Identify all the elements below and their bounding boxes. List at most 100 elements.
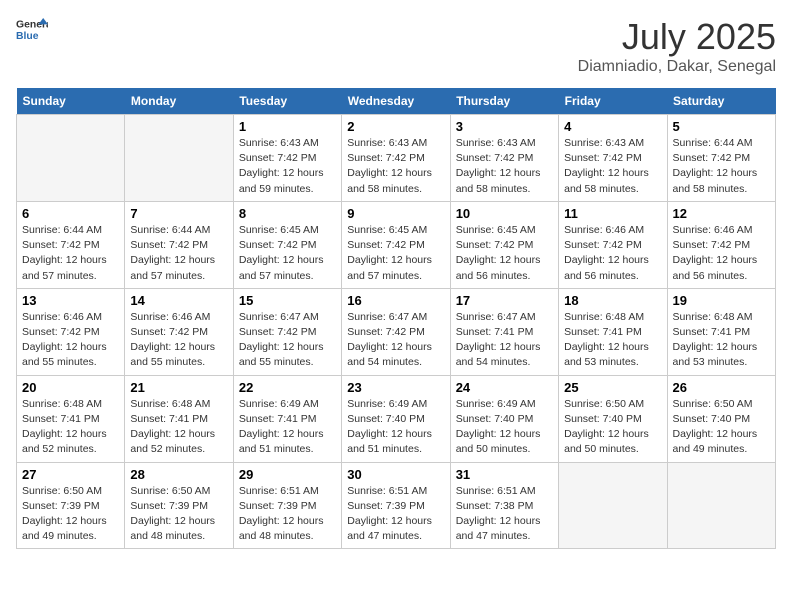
day-number: 23 — [347, 380, 444, 395]
header-sunday: Sunday — [17, 88, 125, 115]
day-number: 18 — [564, 293, 661, 308]
day-info: Sunrise: 6:46 AM Sunset: 7:42 PM Dayligh… — [130, 310, 227, 371]
calendar-cell: 26Sunrise: 6:50 AM Sunset: 7:40 PM Dayli… — [667, 375, 775, 462]
day-number: 25 — [564, 380, 661, 395]
calendar-cell: 12 Sunrise: 6:46 AM Sunset: 7:42 PM Dayli… — [667, 201, 775, 288]
day-info: Sunrise: 6:49 AM Sunset: 7:40 PM Dayligh… — [456, 397, 553, 458]
calendar-cell: 27 Sunrise: 6:50 AM Sunset: 7:39 PM Dayli… — [17, 462, 125, 549]
calendar-cell — [17, 115, 125, 202]
calendar-week-4: 27 Sunrise: 6:50 AM Sunset: 7:39 PM Dayli… — [17, 462, 776, 549]
calendar-cell — [559, 462, 667, 549]
day-info: Sunrise: 6:48 AM Sunset: 7:41 PM Dayligh… — [130, 397, 227, 458]
calendar-cell: 23Sunrise: 6:49 AM Sunset: 7:40 PM Dayli… — [342, 375, 450, 462]
day-number: 7 — [130, 206, 227, 221]
day-number: 2 — [347, 119, 444, 134]
calendar-cell: 24 Sunrise: 6:49 AM Sunset: 7:40 PM Dayli… — [450, 375, 558, 462]
calendar-cell: 15 Sunrise: 6:47 AM Sunset: 7:42 PM Dayli… — [233, 288, 341, 375]
calendar-cell: 5 Sunrise: 6:44 AM Sunset: 7:42 PM Daylig… — [667, 115, 775, 202]
day-number: 4 — [564, 119, 661, 134]
calendar-cell: 4 Sunrise: 6:43 AM Sunset: 7:42 PM Daylig… — [559, 115, 667, 202]
day-info: Sunrise: 6:47 AM Sunset: 7:42 PM Dayligh… — [239, 310, 336, 371]
header-monday: Monday — [125, 88, 233, 115]
day-number: 6 — [22, 206, 119, 221]
calendar-cell: 20Sunrise: 6:48 AM Sunset: 7:41 PM Dayli… — [17, 375, 125, 462]
day-info: Sunrise: 6:46 AM Sunset: 7:42 PM Dayligh… — [673, 223, 770, 284]
calendar-cell: 16 Sunrise: 6:47 AM Sunset: 7:42 PM Dayli… — [342, 288, 450, 375]
day-number: 20 — [22, 380, 119, 395]
header-saturday: Saturday — [667, 88, 775, 115]
day-number: 30 — [347, 467, 444, 482]
calendar-subtitle: Diamniadio, Dakar, Senegal — [578, 58, 776, 76]
calendar-cell: 17Sunrise: 6:47 AM Sunset: 7:41 PM Dayli… — [450, 288, 558, 375]
day-info: Sunrise: 6:50 AM Sunset: 7:39 PM Dayligh… — [130, 484, 227, 545]
day-info: Sunrise: 6:50 AM Sunset: 7:40 PM Dayligh… — [564, 397, 661, 458]
calendar-title: July 2025 — [578, 16, 776, 58]
calendar-cell: 14 Sunrise: 6:46 AM Sunset: 7:42 PM Dayli… — [125, 288, 233, 375]
header-friday: Friday — [559, 88, 667, 115]
calendar-cell: 22Sunrise: 6:49 AM Sunset: 7:41 PM Dayli… — [233, 375, 341, 462]
calendar-cell: 3Sunrise: 6:43 AM Sunset: 7:42 PM Daylig… — [450, 115, 558, 202]
day-info: Sunrise: 6:51 AM Sunset: 7:38 PM Dayligh… — [456, 484, 553, 545]
day-info: Sunrise: 6:45 AM Sunset: 7:42 PM Dayligh… — [239, 223, 336, 284]
header-wednesday: Wednesday — [342, 88, 450, 115]
day-number: 16 — [347, 293, 444, 308]
logo: General Blue — [16, 16, 48, 44]
calendar-cell: 9 Sunrise: 6:45 AM Sunset: 7:42 PM Daylig… — [342, 201, 450, 288]
calendar-cell: 19Sunrise: 6:48 AM Sunset: 7:41 PM Dayli… — [667, 288, 775, 375]
title-block: July 2025 Diamniadio, Dakar, Senegal — [578, 16, 776, 76]
day-number: 3 — [456, 119, 553, 134]
calendar-table: Sunday Monday Tuesday Wednesday Thursday… — [16, 88, 776, 549]
calendar-cell — [125, 115, 233, 202]
day-number: 11 — [564, 206, 661, 221]
calendar-cell: 13 Sunrise: 6:46 AM Sunset: 7:42 PM Dayli… — [17, 288, 125, 375]
day-info: Sunrise: 6:43 AM Sunset: 7:42 PM Dayligh… — [347, 136, 444, 197]
day-info: Sunrise: 6:47 AM Sunset: 7:42 PM Dayligh… — [347, 310, 444, 371]
day-number: 28 — [130, 467, 227, 482]
day-number: 1 — [239, 119, 336, 134]
header-thursday: Thursday — [450, 88, 558, 115]
day-info: Sunrise: 6:44 AM Sunset: 7:42 PM Dayligh… — [673, 136, 770, 197]
calendar-cell: 1 Sunrise: 6:43 AM Sunset: 7:42 PM Daylig… — [233, 115, 341, 202]
day-number: 15 — [239, 293, 336, 308]
day-number: 27 — [22, 467, 119, 482]
day-number: 17 — [456, 293, 553, 308]
day-info: Sunrise: 6:44 AM Sunset: 7:42 PM Dayligh… — [130, 223, 227, 284]
day-number: 12 — [673, 206, 770, 221]
day-number: 10 — [456, 206, 553, 221]
day-info: Sunrise: 6:46 AM Sunset: 7:42 PM Dayligh… — [564, 223, 661, 284]
day-number: 13 — [22, 293, 119, 308]
header-tuesday: Tuesday — [233, 88, 341, 115]
day-info: Sunrise: 6:48 AM Sunset: 7:41 PM Dayligh… — [673, 310, 770, 371]
calendar-week-2: 13 Sunrise: 6:46 AM Sunset: 7:42 PM Dayli… — [17, 288, 776, 375]
logo-icon: General Blue — [16, 16, 48, 44]
day-info: Sunrise: 6:44 AM Sunset: 7:42 PM Dayligh… — [22, 223, 119, 284]
calendar-cell: 11 Sunrise: 6:46 AM Sunset: 7:42 PM Dayli… — [559, 201, 667, 288]
calendar-week-3: 20 Sunrise: 6:48 AM Sunset: 7:41 PM Dayli… — [17, 375, 776, 462]
day-info: Sunrise: 6:49 AM Sunset: 7:41 PM Dayligh… — [239, 397, 336, 458]
day-number: 5 — [673, 119, 770, 134]
day-number: 9 — [347, 206, 444, 221]
day-info: Sunrise: 6:51 AM Sunset: 7:39 PM Dayligh… — [239, 484, 336, 545]
calendar-cell: 10 Sunrise: 6:45 AM Sunset: 7:42 PM Dayli… — [450, 201, 558, 288]
calendar-week-0: 1 Sunrise: 6:43 AM Sunset: 7:42 PM Daylig… — [17, 115, 776, 202]
day-number: 29 — [239, 467, 336, 482]
calendar-cell: 25 Sunrise: 6:50 AM Sunset: 7:40 PM Dayli… — [559, 375, 667, 462]
day-info: Sunrise: 6:43 AM Sunset: 7:42 PM Dayligh… — [564, 136, 661, 197]
calendar-cell: 28 Sunrise: 6:50 AM Sunset: 7:39 PM Dayli… — [125, 462, 233, 549]
calendar-cell: 21Sunrise: 6:48 AM Sunset: 7:41 PM Dayli… — [125, 375, 233, 462]
calendar-cell: 29 Sunrise: 6:51 AM Sunset: 7:39 PM Dayli… — [233, 462, 341, 549]
day-info: Sunrise: 6:45 AM Sunset: 7:42 PM Dayligh… — [456, 223, 553, 284]
day-info: Sunrise: 6:43 AM Sunset: 7:42 PM Dayligh… — [239, 136, 336, 197]
calendar-cell: 6 Sunrise: 6:44 AM Sunset: 7:42 PM Daylig… — [17, 201, 125, 288]
day-info: Sunrise: 6:45 AM Sunset: 7:42 PM Dayligh… — [347, 223, 444, 284]
day-number: 24 — [456, 380, 553, 395]
day-number: 31 — [456, 467, 553, 482]
day-info: Sunrise: 6:50 AM Sunset: 7:39 PM Dayligh… — [22, 484, 119, 545]
calendar-cell: 18Sunrise: 6:48 AM Sunset: 7:41 PM Dayli… — [559, 288, 667, 375]
calendar-cell: 2 Sunrise: 6:43 AM Sunset: 7:42 PM Daylig… — [342, 115, 450, 202]
day-info: Sunrise: 6:46 AM Sunset: 7:42 PM Dayligh… — [22, 310, 119, 371]
calendar-cell: 31 Sunrise: 6:51 AM Sunset: 7:38 PM Dayli… — [450, 462, 558, 549]
day-info: Sunrise: 6:50 AM Sunset: 7:40 PM Dayligh… — [673, 397, 770, 458]
day-number: 14 — [130, 293, 227, 308]
calendar-cell: 30Sunrise: 6:51 AM Sunset: 7:39 PM Dayli… — [342, 462, 450, 549]
